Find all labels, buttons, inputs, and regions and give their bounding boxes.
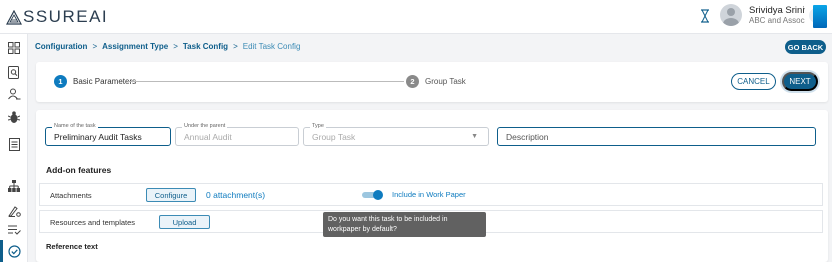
user-name: Srividya Sriniv...: [749, 5, 805, 16]
chevron-right-icon: >: [92, 42, 98, 51]
type-label: Type: [310, 123, 326, 129]
document-list-icon[interactable]: [7, 137, 21, 151]
attachment-count[interactable]: 0 attachment(s): [206, 190, 265, 200]
type-select[interactable]: Type Group Task ▼: [303, 123, 489, 146]
task-name-label: Name of the task: [52, 123, 98, 129]
logo-triangle-icon: [6, 9, 22, 25]
breadcrumb-current: Edit Task Config: [242, 42, 301, 51]
breadcrumb-task-config[interactable]: Task Config: [183, 42, 228, 51]
users-icon[interactable]: [7, 87, 21, 101]
dashboard-icon[interactable]: [7, 41, 21, 55]
attachments-label: Attachments: [50, 191, 92, 200]
description-placeholder: Description: [506, 132, 549, 142]
include-work-paper-toggle[interactable]: [362, 190, 384, 200]
sidebar-active-indicator: [0, 240, 3, 262]
app-switcher-icon[interactable]: [813, 5, 827, 28]
bug-icon[interactable]: [7, 110, 21, 124]
top-header: SSUREAI Srividya Sriniv... ABC and Assoc…: [0, 0, 832, 34]
breadcrumb: Configuration > Assignment Type > Task C…: [35, 42, 300, 51]
search-document-icon[interactable]: [7, 65, 21, 79]
tooltip: Do you want this task to be included in …: [323, 212, 486, 237]
user-org: ABC and Associa...: [749, 16, 805, 25]
step-label: Group Task: [425, 77, 466, 86]
edit-settings-icon[interactable]: [7, 204, 21, 218]
breadcrumb-assignment-type[interactable]: Assignment Type: [102, 42, 168, 51]
description-input[interactable]: Description: [497, 127, 816, 146]
next-button[interactable]: NEXT: [782, 72, 818, 91]
parent-label: Under the parent: [182, 123, 228, 129]
reference-text-label: Reference text: [46, 242, 98, 251]
parent-field: Under the parent Annual Audit: [175, 123, 299, 146]
checklist-icon[interactable]: [7, 223, 21, 237]
upload-button[interactable]: Upload: [159, 215, 210, 229]
check-circle-icon[interactable]: [7, 244, 21, 258]
go-back-button[interactable]: GO BACK: [785, 40, 826, 54]
include-work-paper-label: Include in Work Paper: [392, 190, 466, 199]
configure-button[interactable]: Configure: [146, 188, 196, 202]
user-menu[interactable]: Srividya Sriniv... ABC and Associa... ⌄: [720, 4, 824, 26]
task-name-field[interactable]: Name of the task Preliminary Audit Tasks: [45, 123, 171, 146]
chevron-right-icon: >: [233, 42, 238, 51]
sidebar: [0, 34, 28, 262]
step-number: 2: [406, 75, 419, 88]
task-name-value: Preliminary Audit Tasks: [54, 132, 142, 142]
resources-label: Resources and templates: [50, 218, 136, 227]
addon-features-title: Add-on features: [46, 165, 112, 175]
parent-value: Annual Audit: [184, 132, 232, 142]
logo-text: SSUREAI: [23, 7, 109, 26]
step-label: Basic Parameters: [73, 77, 137, 86]
stepper-card: 1 Basic Parameters 2 Group Task CANCEL N…: [36, 62, 828, 102]
organization-icon[interactable]: [7, 179, 21, 193]
app-logo[interactable]: SSUREAI: [6, 7, 108, 27]
type-value: Group Task: [312, 132, 356, 142]
chevron-right-icon: >: [173, 42, 178, 51]
cancel-button[interactable]: CANCEL: [731, 73, 776, 90]
step-basic-parameters[interactable]: 1 Basic Parameters: [54, 75, 136, 88]
avatar: [720, 4, 742, 26]
task-form-card: Name of the task Preliminary Audit Tasks…: [36, 110, 828, 262]
step-number: 1: [54, 75, 67, 88]
breadcrumb-configuration[interactable]: Configuration: [35, 42, 87, 51]
dropdown-arrow-icon: ▼: [471, 133, 478, 140]
hourglass-icon[interactable]: [700, 9, 710, 23]
stepper-connector: [128, 81, 404, 82]
step-group-task[interactable]: 2 Group Task: [406, 75, 466, 88]
attachments-row: Attachments Configure 0 attachment(s) In…: [39, 183, 823, 206]
